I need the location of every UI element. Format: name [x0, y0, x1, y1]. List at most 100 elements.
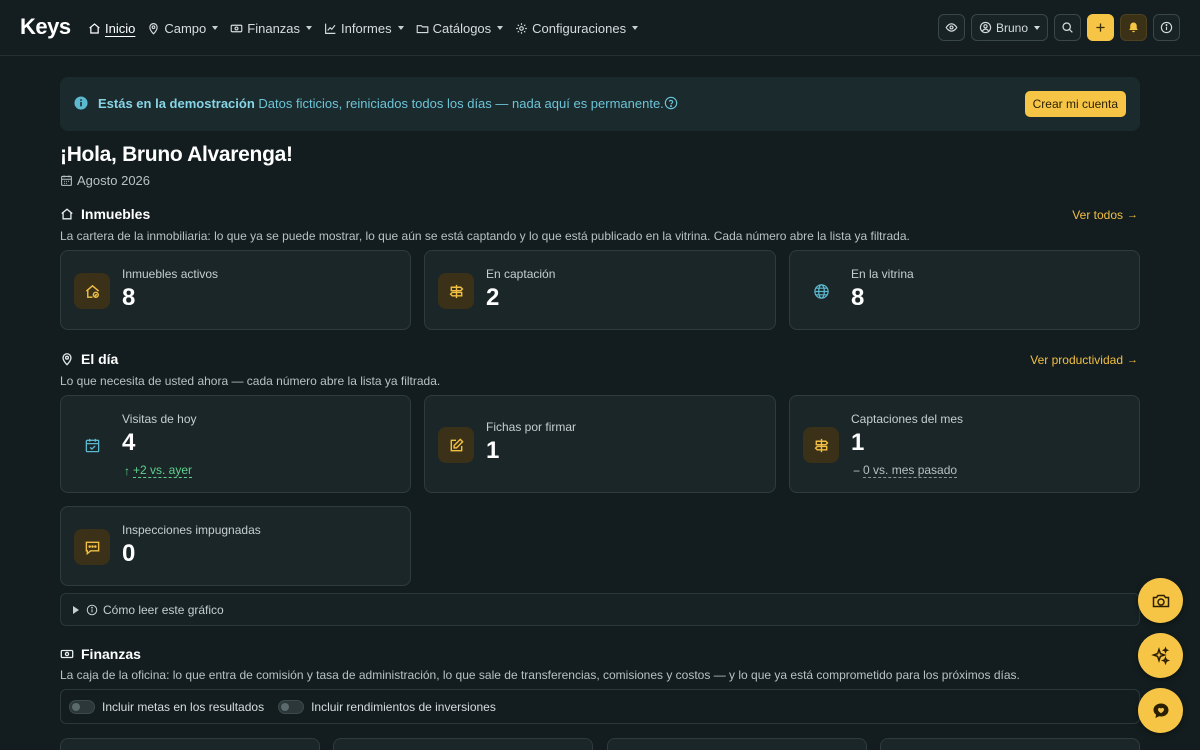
how-to-read-label: Cómo leer este gráfico [103, 602, 224, 617]
trend-indicator[interactable]: ↑ +2 vs. ayer [124, 463, 193, 478]
finanzas-options: Incluir metas en los resultados Incluir … [60, 689, 1140, 724]
finanzas-card[interactable] [880, 738, 1140, 750]
how-to-read-disclosure[interactable]: Cómo leer este gráfico [60, 593, 1140, 626]
create-account-button[interactable]: Crear mi cuenta [1024, 91, 1126, 117]
card-value: 8 [851, 284, 865, 311]
signpost-icon [449, 284, 463, 298]
calendar-icon [61, 175, 72, 186]
info-circle-icon [1160, 21, 1173, 34]
search-button[interactable] [1054, 14, 1081, 41]
chevron-down-icon [1034, 25, 1040, 30]
info-circle-icon [86, 604, 98, 615]
nav-configuraciones-label: Configuraciones [532, 20, 627, 36]
folder-icon [416, 24, 428, 33]
chat-icon [85, 541, 99, 555]
dia-description: Lo que necesita de usted ahora — cada nú… [60, 374, 441, 388]
arrow-up-icon: ↑ [124, 463, 130, 478]
card-icon-wrap [438, 427, 474, 463]
trend-text: 0 vs. mes pasado [863, 463, 958, 478]
chart-line-icon [325, 23, 336, 34]
nav-campo[interactable]: Campo [147, 21, 219, 36]
notifications-button[interactable] [1120, 14, 1147, 41]
inmuebles-header: Inmuebles [60, 206, 150, 222]
feedback-chat-fab[interactable] [1138, 688, 1183, 733]
ai-assistant-fab[interactable] [1138, 633, 1183, 678]
nav-inicio[interactable]: Inicio [88, 21, 135, 36]
card-label: Captaciones del mes [851, 412, 964, 426]
card-label: Inmuebles activos [122, 267, 219, 281]
current-period: Agosto 2026 [77, 173, 151, 188]
card-inmuebles-activos[interactable]: Inmuebles activos 8 [60, 250, 411, 330]
calendar-check-icon [85, 438, 99, 452]
dash-icon: − [853, 463, 861, 478]
nav-catalogos[interactable]: Catálogos [416, 21, 504, 36]
date-line: Agosto 2026 [60, 173, 150, 188]
map-pin-icon [62, 353, 72, 366]
app-logo[interactable]: Keys [20, 14, 71, 40]
card-en-captacion[interactable]: En captación 2 [424, 250, 776, 330]
nav-finanzas[interactable]: Finanzas [230, 21, 313, 36]
home-icon [89, 22, 100, 34]
house-check-icon [85, 284, 99, 298]
nav-informes[interactable]: Informes [324, 21, 404, 36]
user-menu-label: Bruno [995, 20, 1028, 35]
finanzas-card[interactable] [607, 738, 867, 750]
card-value: 1 [851, 429, 865, 456]
chevron-down-icon [632, 26, 639, 30]
finanzas-card[interactable] [333, 738, 593, 750]
card-value: 2 [486, 284, 500, 311]
card-inspecciones-impugnadas[interactable]: Inspecciones impugnadas 0 [60, 506, 411, 586]
toggle-switch[interactable] [69, 699, 95, 714]
card-fichas-por-firmar[interactable]: Fichas por firmar 1 [424, 395, 776, 493]
arrow-right-icon: → [1127, 209, 1138, 221]
chevron-down-icon [212, 26, 219, 30]
card-icon-wrap [74, 529, 110, 565]
camera-fab[interactable] [1138, 578, 1183, 623]
inmuebles-title: Inmuebles [81, 206, 151, 222]
toggle-incluir-metas[interactable]: Incluir metas en los resultados [69, 699, 265, 714]
user-menu-button[interactable]: Bruno [970, 14, 1048, 41]
navbar-actions: Bruno [937, 14, 1180, 41]
toggle-label: Incluir metas en los resultados [102, 699, 265, 714]
toggle-switch[interactable] [278, 699, 305, 714]
toggle-label: Incluir rendimientos de inversiones [311, 699, 496, 714]
edit-icon [450, 437, 464, 451]
card-label: Fichas por firmar [486, 420, 577, 434]
card-value: 0 [122, 540, 136, 567]
cash-icon [230, 24, 243, 32]
privacy-toggle-button[interactable] [937, 14, 965, 41]
trend-indicator[interactable]: − 0 vs. mes pasado [853, 463, 958, 478]
banner-message: Estás en la demostración Datos ficticios… [98, 96, 664, 111]
plus-icon [1096, 23, 1105, 32]
finanzas-header: Finanzas [60, 646, 141, 662]
disclosure-triangle-icon [73, 605, 79, 614]
demo-banner: Estás en la demostración Datos ficticios… [60, 77, 1140, 131]
card-value: 8 [122, 284, 136, 311]
card-visitas-de-hoy[interactable]: Visitas de hoy 4 ↑ +2 vs. ayer [60, 395, 411, 493]
info-button[interactable] [1153, 14, 1180, 41]
toggle-incluir-rendimientos[interactable]: Incluir rendimientos de inversiones [278, 699, 496, 714]
chevron-down-icon [497, 26, 504, 30]
sparkles-icon [1150, 646, 1170, 665]
card-icon-wrap [803, 427, 839, 463]
inmuebles-description: La cartera de la inmobiliaria: lo que ya… [60, 229, 910, 243]
card-en-la-vitrina[interactable]: En la vitrina 8 [789, 250, 1140, 330]
card-value: 4 [122, 429, 136, 456]
search-icon [1062, 22, 1073, 33]
help-icon[interactable] [664, 96, 678, 110]
nav-configuraciones[interactable]: Configuraciones [515, 20, 639, 36]
gear-icon [516, 22, 527, 34]
ver-productividad-link[interactable]: Ver productividad → [1030, 353, 1138, 367]
ver-productividad-label: Ver productividad [1030, 353, 1123, 367]
trend-text: +2 vs. ayer [133, 463, 193, 478]
card-captaciones-del-mes[interactable]: Captaciones del mes 1 − 0 vs. mes pasado [789, 395, 1140, 493]
finanzas-card[interactable] [60, 738, 320, 750]
card-label: En la vitrina [851, 267, 914, 281]
quick-add-button[interactable] [1087, 14, 1114, 41]
chat-heart-icon [1153, 703, 1168, 718]
home-icon [61, 208, 73, 220]
card-value: 1 [486, 437, 500, 464]
ver-todos-link[interactable]: Ver todos → [1072, 208, 1138, 222]
banner-text: Datos ficticios, reiniciados todos los d… [258, 96, 664, 111]
camera-icon [1152, 594, 1169, 607]
